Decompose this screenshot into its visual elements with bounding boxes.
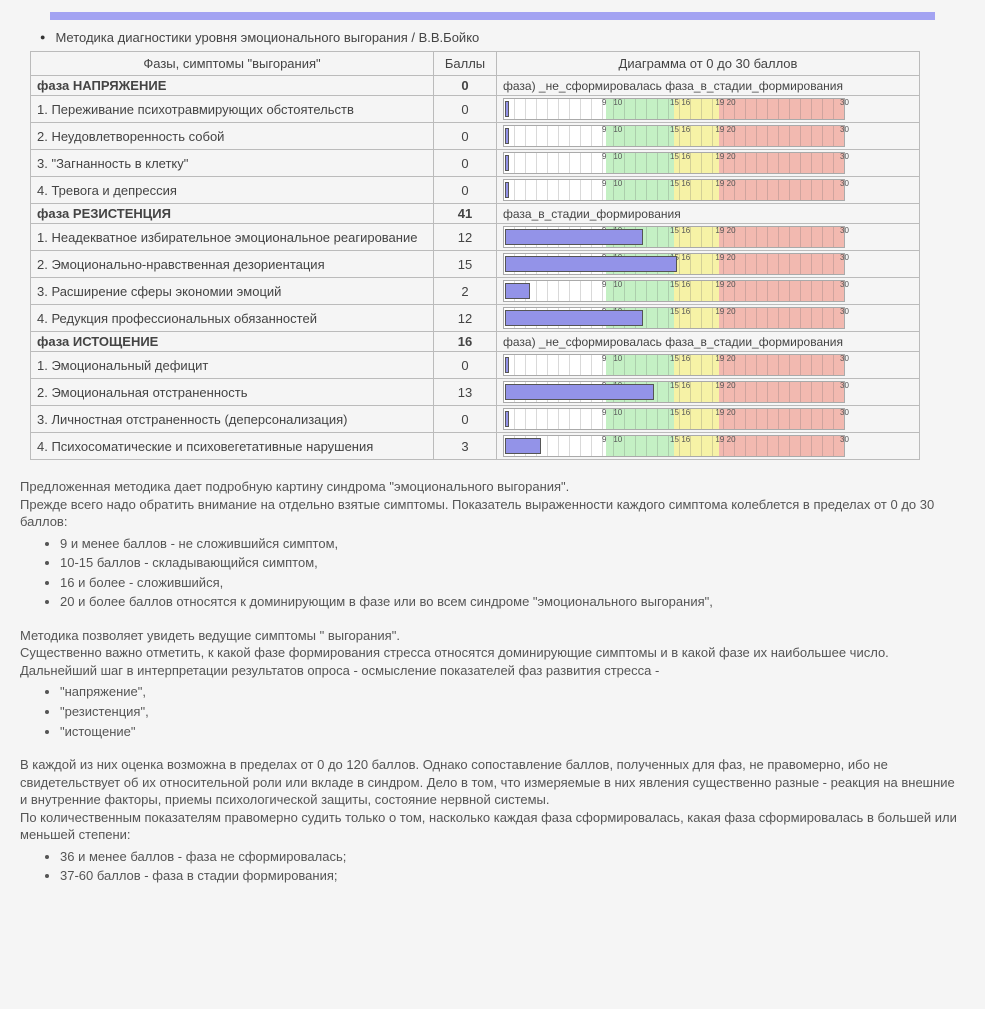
symptom-bar-cell: 9101516192030	[497, 123, 920, 150]
col-header-diagram: Диаграмма от 0 до 30 баллов	[497, 52, 920, 76]
symptom-bar-cell: 9101516192030	[497, 251, 920, 278]
phase-title: фаза НАПРЯЖЕНИЕ	[31, 76, 434, 96]
desc-list-item: "истощение"	[60, 723, 965, 741]
phase-diagnosis: фаза) _не_сформировалась фаза_в_стадии_ф…	[497, 76, 920, 96]
score-bar: 9101516192030	[503, 152, 845, 174]
desc-list2: "напряжение", "резистенция", "истощение"	[60, 683, 965, 740]
symptom-name: 3. "Загнанность в клетку"	[31, 150, 434, 177]
desc-p4: Существенно важно отметить, к какой фазе…	[20, 644, 965, 662]
desc-p5: Дальнейший шаг в интерпретации результат…	[20, 662, 965, 680]
desc-list-item: 37-60 баллов - фаза в стадии формировани…	[60, 867, 965, 885]
symptom-name: 2. Неудовлетворенность собой	[31, 123, 434, 150]
symptom-score: 13	[434, 379, 497, 406]
symptom-name: 1. Эмоциональный дефицит	[31, 352, 434, 379]
symptom-score: 12	[434, 224, 497, 251]
symptom-name: 1. Переживание психотравмирующих обстоят…	[31, 96, 434, 123]
desc-list1: 9 и менее баллов - не сложившийся симпто…	[60, 535, 965, 611]
symptom-score: 0	[434, 352, 497, 379]
symptom-name: 4. Тревога и депрессия	[31, 177, 434, 204]
symptom-row: 2. Неудовлетворенность собой0 91015161920…	[31, 123, 920, 150]
desc-list-item: 20 и более баллов относятся к доминирующ…	[60, 593, 965, 611]
phase-title: фаза РЕЗИСТЕНЦИЯ	[31, 204, 434, 224]
score-bar: 9101516192030	[503, 381, 845, 403]
symptom-score: 2	[434, 278, 497, 305]
symptom-bar-cell: 9101516192030	[497, 224, 920, 251]
symptom-row: 1. Неадекватное избирательное эмоциональ…	[31, 224, 920, 251]
symptom-name: 4. Редукция профессиональных обязанносте…	[31, 305, 434, 332]
desc-p7: По количественным показателям правомерно…	[20, 809, 965, 844]
score-bar: 9101516192030	[503, 307, 845, 329]
col-header-name: Фазы, симптомы "выгорания"	[31, 52, 434, 76]
symptom-bar-cell: 9101516192030	[497, 150, 920, 177]
symptom-bar-cell: 9101516192030	[497, 177, 920, 204]
desc-list-item: 9 и менее баллов - не сложившийся симпто…	[60, 535, 965, 553]
symptom-score: 0	[434, 123, 497, 150]
symptom-score: 0	[434, 406, 497, 433]
desc-p1: Предложенная методика дает подробную кар…	[20, 478, 965, 496]
symptom-score: 0	[434, 96, 497, 123]
symptom-row: 3. Личностная отстраненность (деперсонал…	[31, 406, 920, 433]
symptom-row: 3. Расширение сферы экономии эмоций2 9101…	[31, 278, 920, 305]
symptom-bar-cell: 9101516192030	[497, 433, 920, 460]
score-bar: 9101516192030	[503, 98, 845, 120]
symptom-name: 4. Психосоматические и психовегетативные…	[31, 433, 434, 460]
description: Предложенная методика дает подробную кар…	[20, 478, 965, 885]
symptom-score: 15	[434, 251, 497, 278]
symptom-score: 0	[434, 177, 497, 204]
symptom-bar-cell: 9101516192030	[497, 278, 920, 305]
symptom-score: 0	[434, 150, 497, 177]
phase-total: 0	[434, 76, 497, 96]
top-separator	[50, 12, 935, 20]
phase-diagnosis: фаза) _не_сформировалась фаза_в_стадии_ф…	[497, 332, 920, 352]
desc-p3: Методика позволяет увидеть ведущие симпт…	[20, 627, 965, 645]
phase-total: 16	[434, 332, 497, 352]
desc-list-item: "напряжение",	[60, 683, 965, 701]
score-bar: 9101516192030	[503, 253, 845, 275]
score-bar: 9101516192030	[503, 354, 845, 376]
desc-list-item: 36 и менее баллов - фаза не сформировала…	[60, 848, 965, 866]
symptom-name: 2. Эмоционально-нравственная дезориентац…	[31, 251, 434, 278]
desc-list-item: 10-15 баллов - складывающийся симптом,	[60, 554, 965, 572]
symptom-bar-cell: 9101516192030	[497, 379, 920, 406]
symptom-name: 3. Расширение сферы экономии эмоций	[31, 278, 434, 305]
symptom-name: 3. Личностная отстраненность (деперсонал…	[31, 406, 434, 433]
symptom-score: 12	[434, 305, 497, 332]
symptom-score: 3	[434, 433, 497, 460]
desc-list3: 36 и менее баллов - фаза не сформировала…	[60, 848, 965, 885]
symptom-row: 1. Переживание психотравмирующих обстоят…	[31, 96, 920, 123]
desc-list-item: 16 и более - сложившийся,	[60, 574, 965, 592]
symptom-row: 4. Редукция профессиональных обязанносте…	[31, 305, 920, 332]
col-header-score: Баллы	[434, 52, 497, 76]
symptom-bar-cell: 9101516192030	[497, 305, 920, 332]
score-bar: 9101516192030	[503, 179, 845, 201]
symptom-row: 3. "Загнанность в клетку"0 9101516192030	[31, 150, 920, 177]
score-bar: 9101516192030	[503, 226, 845, 248]
phase-diagnosis: фаза_в_стадии_формирования	[497, 204, 920, 224]
phase-title: фаза ИСТОЩЕНИЕ	[31, 332, 434, 352]
score-bar: 9101516192030	[503, 408, 845, 430]
score-bar: 9101516192030	[503, 435, 845, 457]
score-bar: 9101516192030	[503, 125, 845, 147]
symptom-name: 2. Эмоциональная отстраненность	[31, 379, 434, 406]
desc-p6: В каждой из них оценка возможна в предел…	[20, 756, 965, 809]
symptom-row: 4. Тревога и депрессия0 9101516192030	[31, 177, 920, 204]
symptom-bar-cell: 9101516192030	[497, 352, 920, 379]
phase-total: 41	[434, 204, 497, 224]
symptom-bar-cell: 9101516192030	[497, 96, 920, 123]
score-bar: 9101516192030	[503, 280, 845, 302]
desc-list-item: "резистенция",	[60, 703, 965, 721]
symptom-name: 1. Неадекватное избирательное эмоциональ…	[31, 224, 434, 251]
symptom-row: 2. Эмоциональная отстраненность13 9101516…	[31, 379, 920, 406]
methodology-title: Методика диагностики уровня эмоционально…	[40, 30, 965, 45]
symptom-row: 2. Эмоционально-нравственная дезориентац…	[31, 251, 920, 278]
results-table: Фазы, симптомы "выгорания" Баллы Диаграм…	[30, 51, 920, 460]
symptom-bar-cell: 9101516192030	[497, 406, 920, 433]
desc-p2: Прежде всего надо обратить внимание на о…	[20, 496, 965, 531]
symptom-row: 4. Психосоматические и психовегетативные…	[31, 433, 920, 460]
symptom-row: 1. Эмоциональный дефицит0 9101516192030	[31, 352, 920, 379]
